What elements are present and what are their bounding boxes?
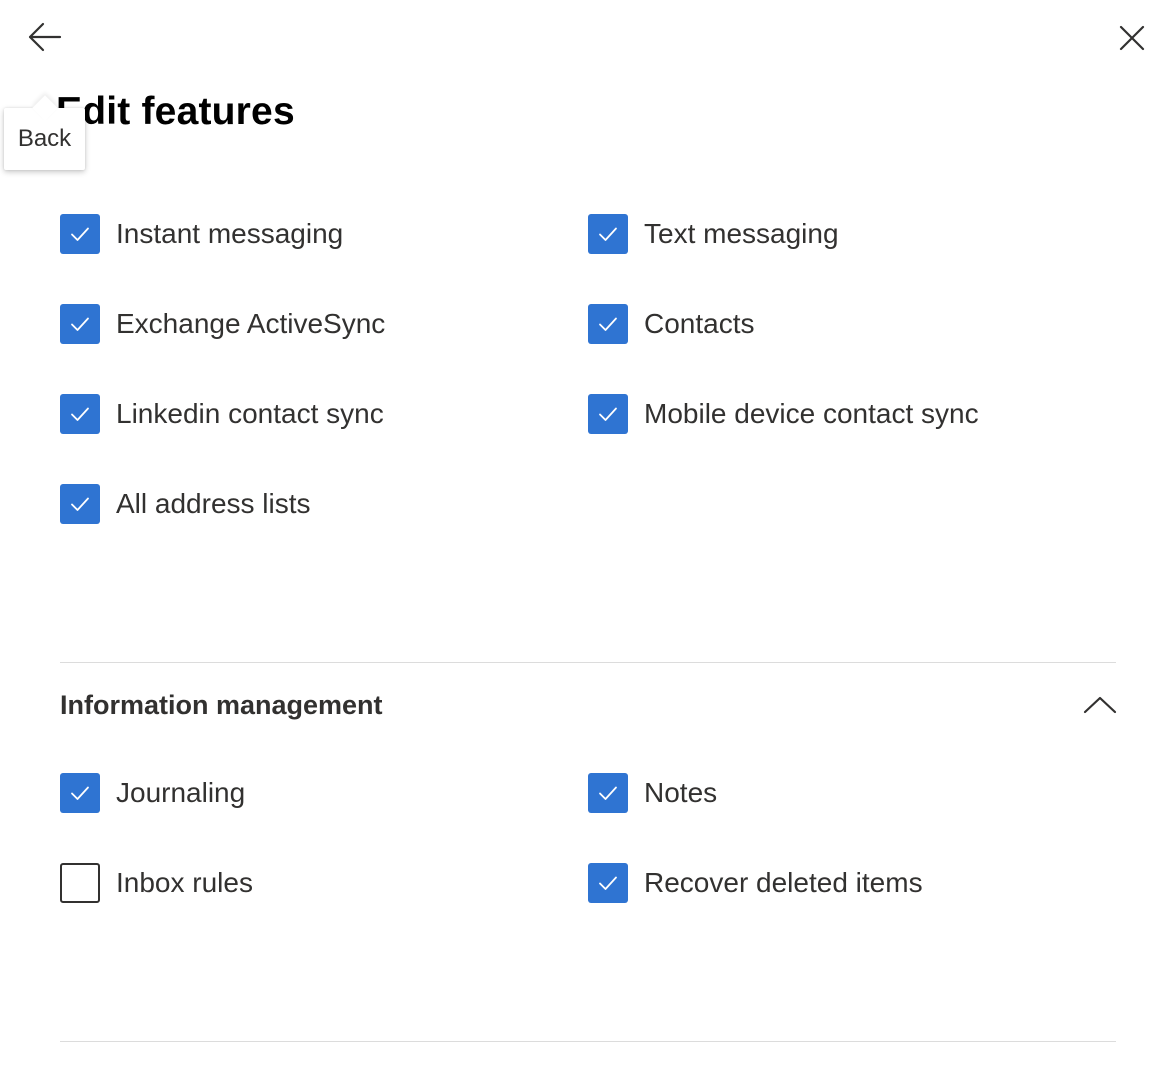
checkbox-label: Text messaging [644,218,839,249]
checkbox-box[interactable] [60,863,100,903]
checkbox-label: Journaling [116,777,246,808]
checkbox-label: Recover deleted items [644,867,923,898]
tooltip-text: Back [17,125,72,152]
close-button[interactable] [1112,18,1152,58]
checkbox-linkedin-contact-sync[interactable]: Linkedin contact sync [60,394,384,434]
panel-title: Edit features [56,90,295,133]
checkbox-label: Mobile device contact sync [644,398,979,429]
checkbox-text-messaging[interactable]: Text messaging [588,214,839,254]
checkbox-box[interactable] [60,304,100,344]
checkbox-inbox-rules[interactable]: Inbox rules [60,863,253,903]
checkmark-icon [71,407,89,421]
checkbox-box[interactable] [60,484,100,524]
back-tooltip: Back [4,95,85,170]
checkbox-exchange-activesync[interactable]: Exchange ActiveSync [60,304,385,344]
checkbox-box[interactable] [60,773,100,813]
chevron-up-icon [1083,696,1117,714]
checkbox-label: Exchange ActiveSync [116,308,386,339]
section-divider [60,662,1116,663]
back-button[interactable] [24,18,66,56]
checkmark-icon [71,786,89,800]
checkbox-all-address-lists[interactable]: All address lists [60,484,311,524]
collapse-section-button[interactable] [1082,690,1118,720]
checkmark-icon [599,317,617,331]
checkbox-box[interactable] [588,773,628,813]
checkbox-instant-messaging[interactable]: Instant messaging [60,214,343,254]
checkmark-icon [71,497,89,511]
checkmark-icon [599,876,617,890]
checkbox-box[interactable] [588,863,628,903]
checkbox-box[interactable] [588,394,628,434]
checkmark-icon [599,227,617,241]
checkbox-box[interactable] [60,394,100,434]
checkbox-box[interactable] [60,214,100,254]
checkmark-icon [71,227,89,241]
arrow-left-icon [28,22,62,52]
checkbox-label: Contacts [644,308,755,339]
checkbox-label: Inbox rules [116,867,253,898]
checkbox-mobile-device-contact-sync[interactable]: Mobile device contact sync [588,394,979,434]
tooltip-beak [32,95,58,121]
checkbox-label: Linkedin contact sync [116,398,384,429]
checkbox-journaling[interactable]: Journaling [60,773,245,813]
section-divider [60,1041,1116,1042]
checkbox-label: Instant messaging [116,218,344,249]
checkbox-recover-deleted-items[interactable]: Recover deleted items [588,863,923,903]
checkbox-label: Notes [644,777,718,808]
checkbox-notes[interactable]: Notes [588,773,717,813]
checkbox-label: All address lists [116,488,311,519]
checkbox-box[interactable] [588,304,628,344]
close-icon [1119,25,1145,51]
checkmark-icon [71,317,89,331]
checkmark-icon [599,786,617,800]
checkbox-contacts[interactable]: Contacts [588,304,755,344]
checkmark-icon [599,407,617,421]
checkbox-box[interactable] [588,214,628,254]
section-heading-information-management: Information management [60,690,383,720]
